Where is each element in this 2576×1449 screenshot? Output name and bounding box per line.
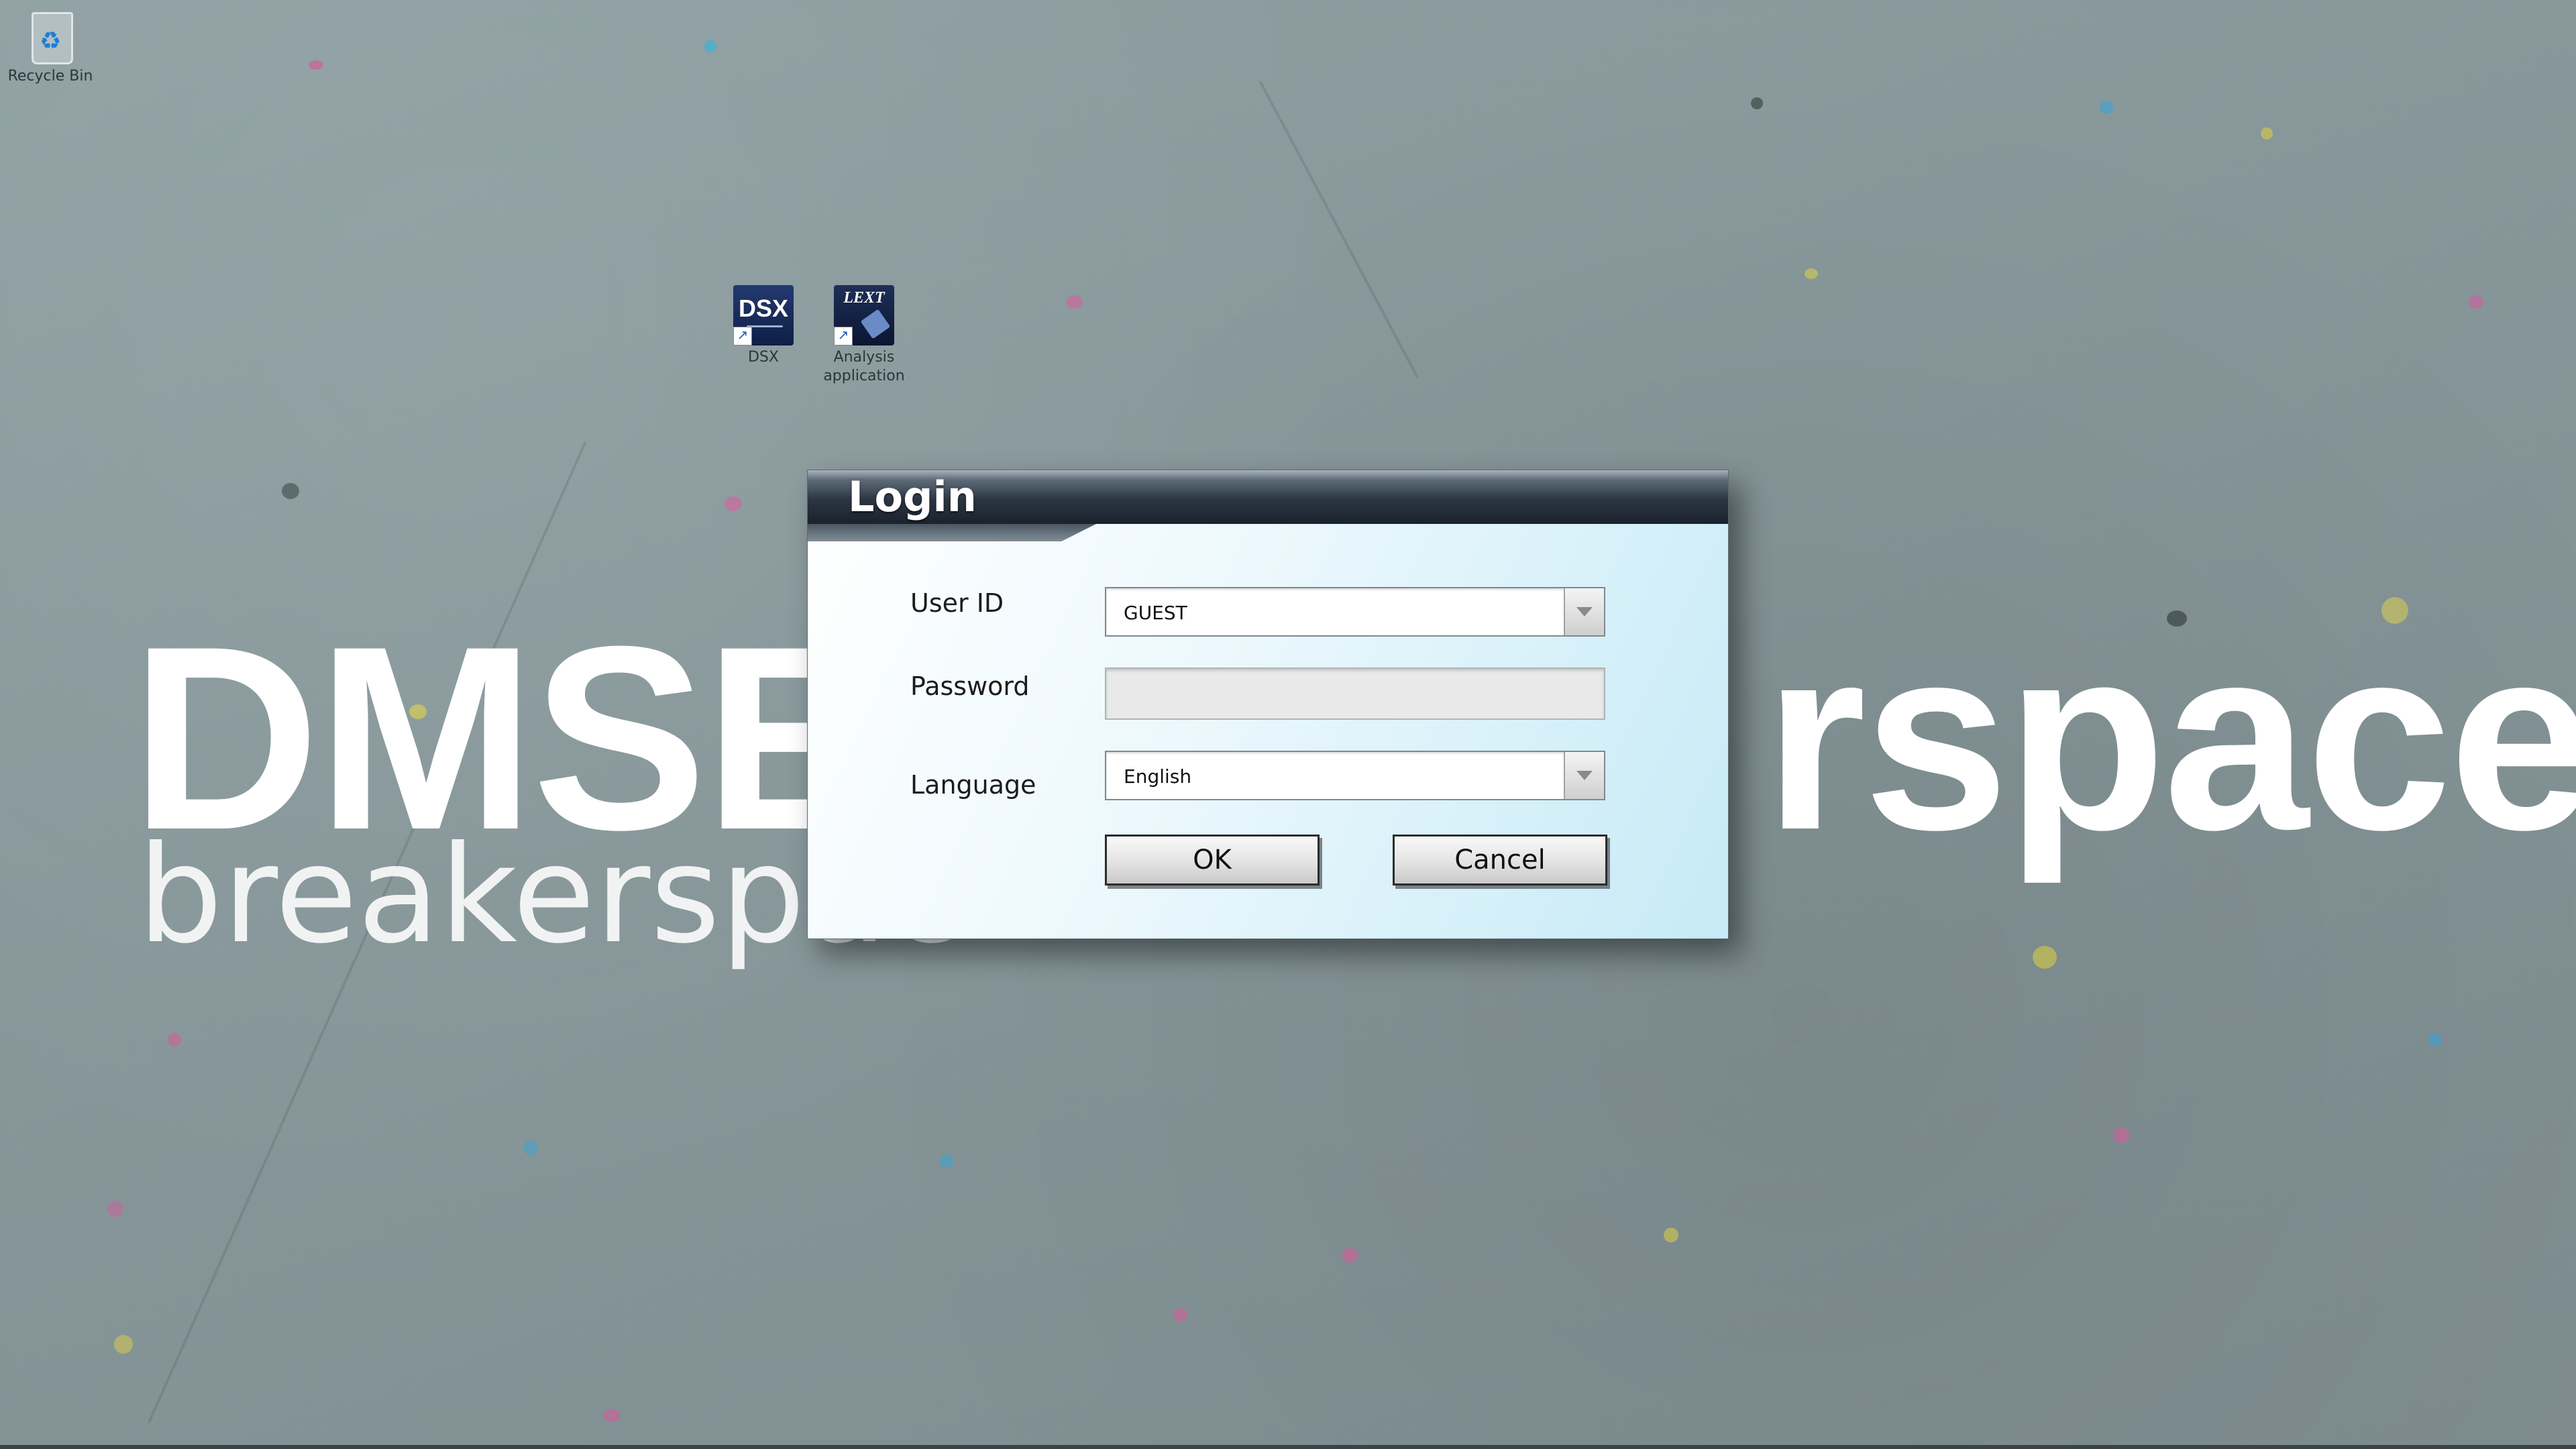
analysis-application-shortcut-icon[interactable]: LEXT ↗ Analysis application <box>814 285 914 386</box>
language-combobox[interactable]: English <box>1105 751 1605 800</box>
ok-button[interactable]: OK <box>1105 835 1320 885</box>
chevron-down-icon[interactable] <box>1564 752 1604 799</box>
login-dialog: Login User ID GUEST Password Language En… <box>807 470 1729 939</box>
chevron-down-icon[interactable] <box>1564 588 1604 635</box>
desktop-background: ♻ Recycle Bin DSX ↗ DSX LEXT ↗ Analysis … <box>0 0 2576 1449</box>
password-field[interactable] <box>1105 667 1605 720</box>
user-id-combobox[interactable]: GUEST <box>1105 587 1605 637</box>
wallpaper-title-right: rspace <box>1764 592 2576 884</box>
dialog-title: Login <box>848 472 977 521</box>
shortcut-arrow-icon: ↗ <box>733 327 752 345</box>
user-id-label: User ID <box>910 588 1004 618</box>
analysis-application-label: Analysis application <box>823 349 905 384</box>
titlebar-accent <box>808 524 1096 541</box>
taskbar-edge <box>0 1445 2576 1449</box>
recycle-bin-icon[interactable]: ♻ Recycle Bin <box>0 7 101 86</box>
cancel-button[interactable]: Cancel <box>1393 835 1607 885</box>
language-label: Language <box>910 770 1036 800</box>
dsx-shortcut-icon[interactable]: DSX ↗ DSX <box>713 285 814 367</box>
password-label: Password <box>910 672 1030 701</box>
recycle-bin-label: Recycle Bin <box>7 68 93 85</box>
dialog-titlebar[interactable]: Login <box>808 470 1728 524</box>
shortcut-arrow-icon: ↗ <box>834 327 853 345</box>
dsx-label: DSX <box>748 349 779 366</box>
user-id-value: GUEST <box>1124 602 1187 624</box>
language-value: English <box>1124 765 1192 788</box>
